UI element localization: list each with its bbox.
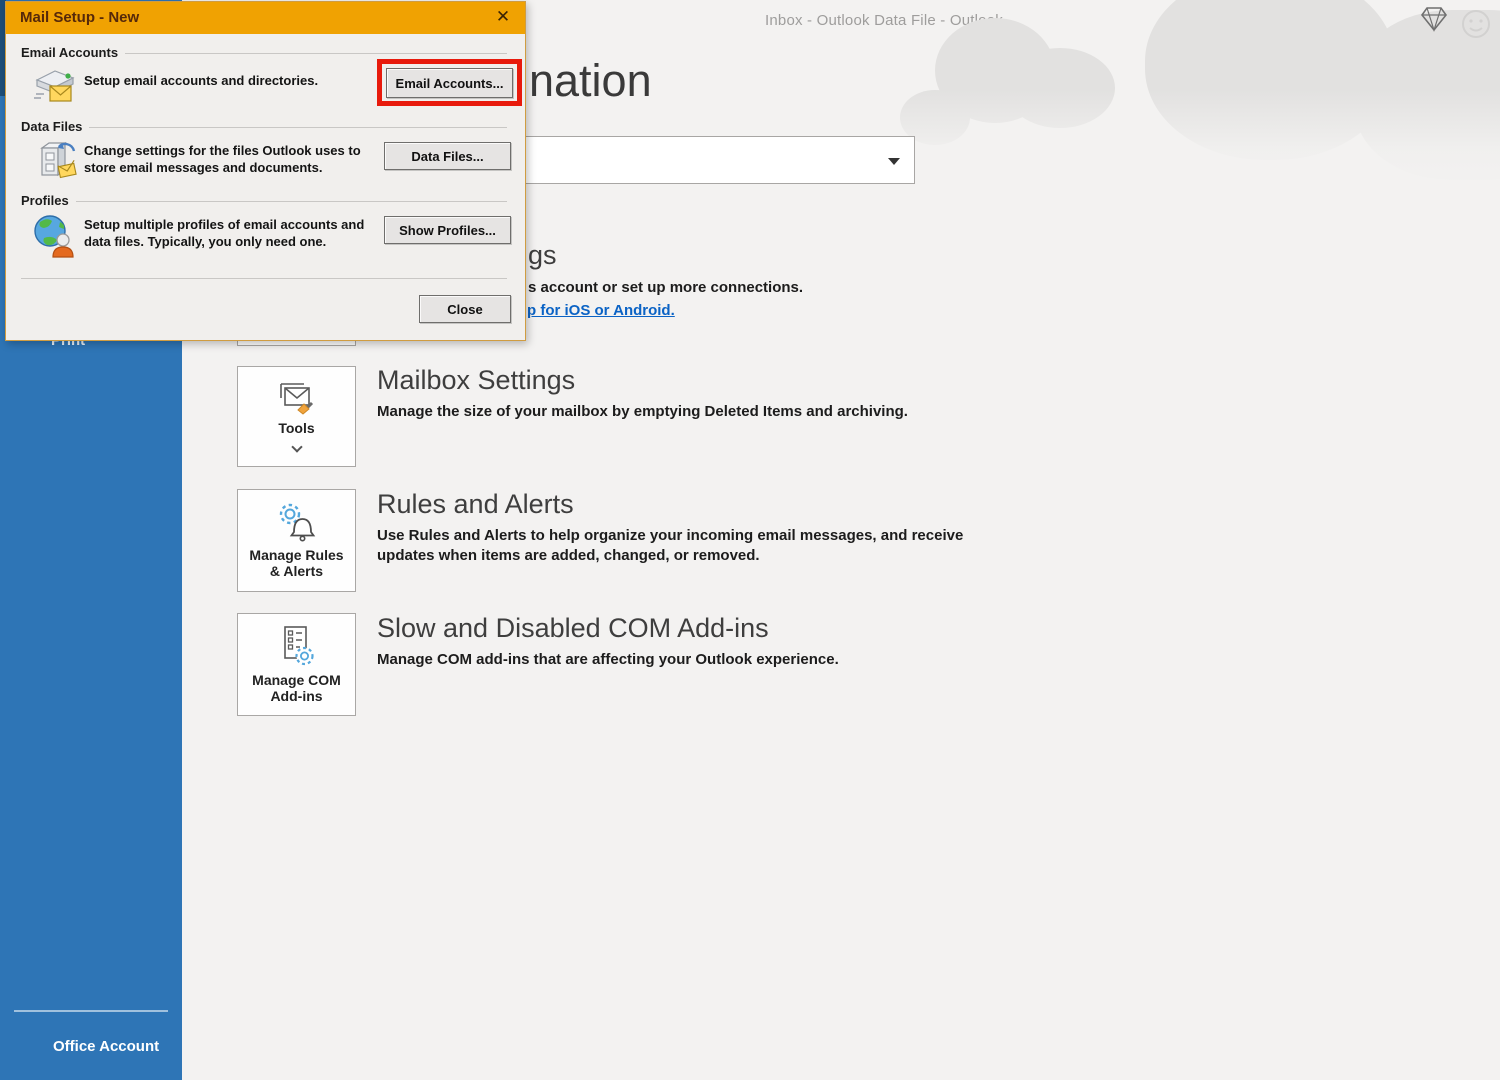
section-description: Use Rules and Alerts to help organize yo… [377, 526, 963, 546]
decorative-bubbles [900, 0, 1500, 200]
data-files-icon [32, 138, 78, 184]
dialog-divider [21, 278, 507, 279]
section-description: Manage the size of your mailbox by empty… [377, 402, 908, 422]
mailbox-cleanup-icon [278, 383, 316, 415]
close-icon[interactable]: ✕ [492, 7, 514, 27]
chevron-down-icon [888, 158, 900, 165]
section-description: Manage COM add-ins that are affecting yo… [377, 650, 839, 670]
dialog-titlebar[interactable]: Mail Setup - New ✕ [6, 2, 525, 34]
profiles-icon [32, 212, 76, 258]
group-description: Change settings for the files Outlook us… [84, 142, 361, 176]
chevron-down-icon [291, 441, 302, 452]
rules-and-alerts-icon [277, 502, 317, 542]
dialog-title: Mail Setup - New [20, 9, 139, 26]
bubble-fade [900, 0, 1500, 200]
manage-com-addins-button[interactable]: Manage COM Add-ins [237, 613, 356, 716]
group-label-email-accounts: Email Accounts [21, 45, 118, 60]
manage-rules-alerts-button[interactable]: Manage Rules & Alerts [237, 489, 356, 592]
outlook-backstage: Print Office Account Inbox - Outlook Dat… [0, 0, 1500, 1080]
section-title-rules-and-alerts: Rules and Alerts [377, 489, 574, 520]
section-title-mailbox-settings: Mailbox Settings [377, 365, 575, 396]
group-description: Setup multiple profiles of email account… [84, 216, 364, 250]
section-description: updates when items are added, changed, o… [377, 546, 760, 566]
sidebar-item-office-account[interactable]: Office Account [53, 1038, 159, 1055]
group-divider [76, 201, 507, 202]
button-label: Tools [278, 419, 314, 437]
sidebar-divider [14, 1010, 168, 1012]
button-label: Add-ins [270, 687, 322, 705]
com-addins-icon [278, 625, 316, 667]
close-button[interactable]: Close [419, 295, 511, 323]
show-profiles-button[interactable]: Show Profiles... [384, 216, 511, 244]
outlook-app-link-fragment[interactable]: p for iOS or Android. [527, 302, 675, 319]
group-description: Setup email accounts and directories. [84, 72, 318, 89]
section-title-com-addins: Slow and Disabled COM Add-ins [377, 613, 769, 644]
group-label-data-files: Data Files [21, 119, 82, 134]
group-divider [89, 127, 507, 128]
account-settings-heading-fragment: gs [528, 240, 557, 271]
email-accounts-icon [32, 64, 78, 106]
mailbox-tools-button[interactable]: Tools [237, 366, 356, 467]
mail-setup-dialog: Mail Setup - New ✕ Email Accounts Setup … [5, 1, 526, 341]
button-label: & Alerts [270, 562, 323, 580]
group-divider [125, 53, 507, 54]
group-label-profiles: Profiles [21, 193, 69, 208]
page-title: nation [529, 55, 652, 107]
account-settings-description-fragment: s account or set up more connections. [528, 279, 803, 296]
email-accounts-button[interactable]: Email Accounts... [386, 68, 513, 98]
data-files-button[interactable]: Data Files... [384, 142, 511, 170]
